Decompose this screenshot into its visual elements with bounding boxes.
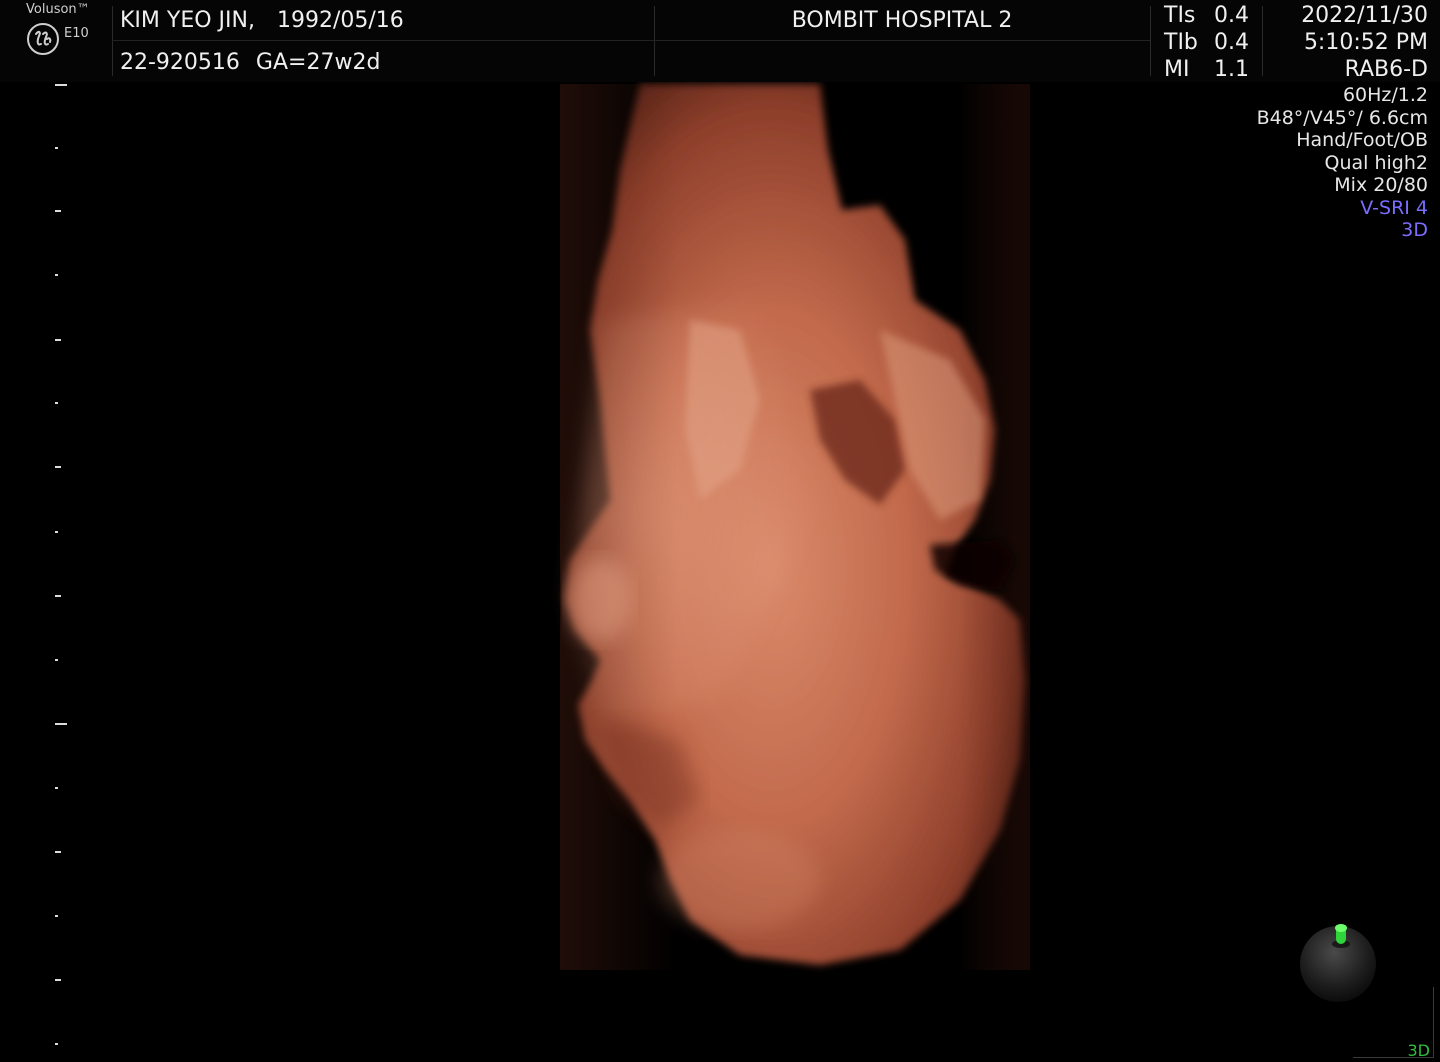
safety-indices: TIs 0.4 TIb 0.4 MI 1.1 bbox=[1160, 2, 1256, 83]
index-label: MI bbox=[1164, 57, 1190, 82]
brand-model: E10 bbox=[64, 26, 89, 41]
ruler-minor-tick bbox=[55, 402, 58, 404]
header-bar: Voluson™ E10 KIM YEO JIN, 1992/05/16 22-9… bbox=[0, 0, 1440, 82]
param-angle-depth: B48°/V45°/ 6.6cm bbox=[1256, 106, 1428, 129]
patient-id: 22-920516 bbox=[120, 50, 240, 75]
param-vsri: V-SRI 4 bbox=[1360, 196, 1428, 219]
param-mode: 3D bbox=[1401, 219, 1428, 241]
ruler-tick bbox=[55, 466, 61, 468]
ruler-minor-tick bbox=[55, 659, 58, 661]
ruler-minor-tick bbox=[55, 915, 58, 917]
ruler-minor-tick bbox=[55, 274, 58, 276]
index-value: 0.4 bbox=[1214, 3, 1249, 28]
render-mode-label: 3D bbox=[1407, 1041, 1431, 1060]
index-value: 1.1 bbox=[1214, 57, 1249, 82]
param-frequency: 60Hz/1.2 bbox=[1342, 84, 1428, 106]
header-rule bbox=[112, 40, 1150, 41]
hospital-name: BOMBIT HOSPITAL 2 bbox=[791, 8, 1013, 33]
index-row-tib: TIb 0.4 bbox=[1160, 29, 1256, 56]
ultrasound-screen: Voluson™ E10 KIM YEO JIN, 1992/05/16 22-9… bbox=[0, 0, 1440, 1062]
patient-name-dob: KIM YEO JIN, 1992/05/16 bbox=[120, 8, 404, 33]
param-mix: Mix 20/80 bbox=[1334, 174, 1428, 196]
exam-date: 2022/11/30 bbox=[1301, 3, 1428, 28]
brand-block: Voluson™ E10 bbox=[22, 0, 114, 80]
header-divider bbox=[1262, 6, 1263, 76]
header-divider bbox=[1150, 6, 1151, 76]
patient-id-ga: 22-920516 GA=27w2d bbox=[120, 50, 380, 75]
ruler-tick bbox=[55, 339, 61, 341]
ruler-major-tick bbox=[55, 84, 67, 86]
ruler-major-tick bbox=[55, 723, 67, 725]
ruler-minor-tick bbox=[55, 787, 58, 789]
ruler-tick bbox=[55, 851, 61, 853]
patient-name: KIM YEO JIN, bbox=[120, 8, 255, 33]
brand-name: Voluson™ bbox=[26, 2, 90, 17]
header-divider bbox=[654, 6, 655, 76]
probe-name: RAB6-D bbox=[1344, 57, 1428, 82]
ruler-minor-tick bbox=[55, 1043, 58, 1045]
param-preset: Hand/Foot/OB bbox=[1296, 129, 1428, 151]
ruler-tick bbox=[55, 595, 61, 597]
fetal-face-3d-render bbox=[560, 84, 1030, 970]
patient-dob: 1992/05/16 bbox=[276, 8, 404, 33]
ruler-tick bbox=[55, 979, 61, 981]
ge-logo-icon bbox=[27, 23, 59, 55]
gestational-age: GA=27w2d bbox=[255, 50, 381, 75]
exam-time: 5:10:52 PM bbox=[1303, 30, 1428, 55]
param-quality: Qual high2 bbox=[1324, 151, 1428, 174]
imaging-parameters: 60Hz/1.2 B48°/V45°/ 6.6cm Hand/Foot/OB Q… bbox=[1257, 84, 1428, 242]
ruler-tick bbox=[55, 210, 61, 212]
ruler-minor-tick bbox=[55, 147, 58, 149]
index-value: 0.4 bbox=[1214, 30, 1249, 55]
index-label: TIb bbox=[1164, 30, 1198, 55]
ruler-minor-tick bbox=[55, 531, 58, 533]
index-row-mi: MI 1.1 bbox=[1160, 56, 1256, 83]
index-row-tis: TIs 0.4 bbox=[1160, 2, 1256, 29]
depth-ruler bbox=[0, 82, 80, 1062]
index-label: TIs bbox=[1164, 3, 1196, 28]
datetime-block: 2022/11/30 5:10:52 PM RAB6-D bbox=[1301, 2, 1428, 83]
header-divider bbox=[112, 6, 113, 76]
